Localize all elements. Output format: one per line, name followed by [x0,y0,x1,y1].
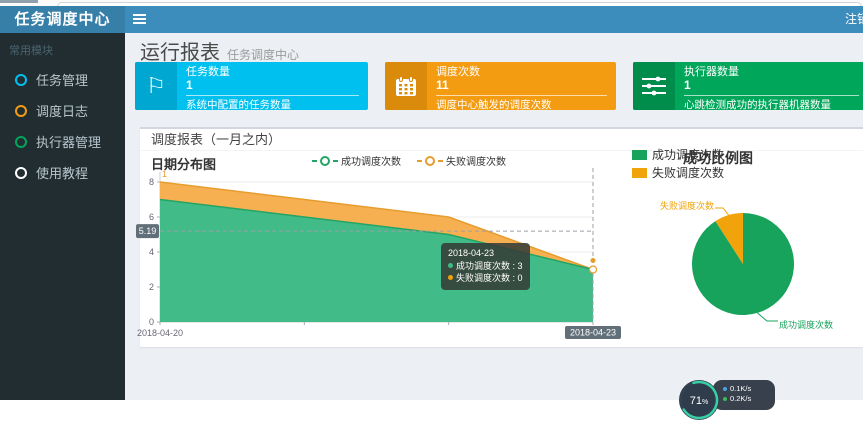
fail-endpoint-marker [591,258,596,263]
pie-slice-label-success: 成功调度次数 [779,318,833,331]
pie-connector-fail [715,208,729,215]
menu-toggle-icon[interactable] [133,14,147,26]
crosshair-y-label: 5.19 [139,226,157,236]
report-panel: 调度报表（一月之内） 024685.192018-04-232018-04-20… [140,127,863,347]
success-endpoint-marker [590,266,597,273]
stat-card-triggers: 调度次数 11 调度中心触发的调度次数 [385,62,616,110]
stat-card-desc: 调度中心触发的调度次数 [436,96,607,110]
y-axis-tick-label: 4 [149,247,154,257]
stat-card-title: 任务数量 [186,66,359,78]
sidebar-item-label: 使用教程 [36,163,88,182]
stat-card-title: 调度次数 [436,66,607,78]
crosshair-x-label: 2018-04-23 [570,328,616,338]
stat-card-value: 1 [684,79,859,92]
stat-card-value: 1 [186,79,359,92]
pie-legend-success[interactable]: 成功调度次数 [632,146,724,163]
usage-gauge-widget[interactable]: 71% [678,379,720,421]
circle-o-icon [15,74,27,86]
sidebar-section-label: 常用模块 [0,33,125,64]
page-title: 运行报表 [140,42,220,64]
upload-dot-icon [723,387,727,391]
line-marker-icon [333,160,338,162]
legend-label: 失败调度次数 [652,164,724,181]
stat-card-desc: 心跳检测成功的执行器机器数量 [684,96,859,110]
circle-o-icon [15,136,27,148]
success-ratio-chart[interactable] [680,202,850,332]
browser-tab-edge [0,0,38,3]
circle-marker-icon [320,156,330,166]
stat-card-desc: 系统中配置的任务数量 [186,96,359,110]
date-distribution-chart[interactable]: 024685.192018-04-232018-04-201 [136,148,646,346]
line-chart-title: 日期分布图 [151,154,216,173]
y-axis-tick-label: 6 [149,212,154,222]
flag-icon: ⚐ [135,62,177,110]
sidebar-item-label: 任务管理 [36,70,88,89]
y-axis-tick-label: 8 [149,177,154,187]
y-axis-tick-label: 2 [149,282,154,292]
line-marker-icon [438,160,443,162]
circle-marker-icon [425,156,435,166]
line-chart-legend: 成功调度次数 失败调度次数 [312,153,506,168]
pie-connector-success [757,313,778,321]
net-speed-panel[interactable]: 0.1K/s 0.2K/s [713,380,775,410]
sidebar-item-job-manage[interactable]: 任务管理 [0,64,125,95]
logout-link[interactable]: 注销 [845,6,863,33]
legend-label: 成功调度次数 [652,146,724,163]
x-axis-label: 2018-04-20 [137,328,183,338]
stat-card-title: 执行器数量 [684,66,859,78]
sidebar-item-executor-manage[interactable]: 执行器管理 [0,126,125,157]
sidebar-item-help[interactable]: 使用教程 [0,157,125,188]
app-logo[interactable]: 任务调度中心 [0,6,125,33]
y-axis-tick-label: 0 [149,317,154,327]
stat-card-value: 11 [436,79,607,92]
legend-item-success[interactable]: 成功调度次数 [312,153,401,168]
legend-item-fail[interactable]: 失败调度次数 [417,153,506,168]
sidebar-item-job-log[interactable]: 调度日志 [0,95,125,126]
upload-speed: 0.1K/s [730,384,751,394]
legend-label: 失败调度次数 [446,153,506,168]
stat-card-jobs: ⚐ 任务数量 1 系统中配置的任务数量 [135,62,368,110]
pie-slice-label-fail: 失败调度次数 [656,199,714,212]
pie-legend-fail[interactable]: 失败调度次数 [632,164,724,181]
download-dot-icon [723,397,727,401]
download-speed: 0.2K/s [730,394,751,404]
line-marker-icon [417,160,422,162]
stat-card-executors: 执行器数量 1 心跳检测成功的执行器机器数量 [633,62,863,110]
circle-o-icon [15,105,27,117]
page-subtitle: 任务调度中心 [227,48,299,62]
sidebar: 常用模块 任务管理 调度日志 执行器管理 使用教程 [0,33,125,400]
circle-o-icon [15,167,27,179]
sliders-icon [633,62,675,110]
topbar: 任务调度中心 注销 [0,6,863,33]
legend-swatch-icon [632,150,647,160]
sidebar-item-label: 调度日志 [36,101,88,120]
page-header: 运行报表任务调度中心 [140,36,299,65]
legend-label: 成功调度次数 [341,153,401,168]
calendar-icon [385,62,427,110]
sidebar-item-label: 执行器管理 [36,132,101,151]
line-marker-icon [312,160,317,162]
legend-swatch-icon [632,168,647,178]
